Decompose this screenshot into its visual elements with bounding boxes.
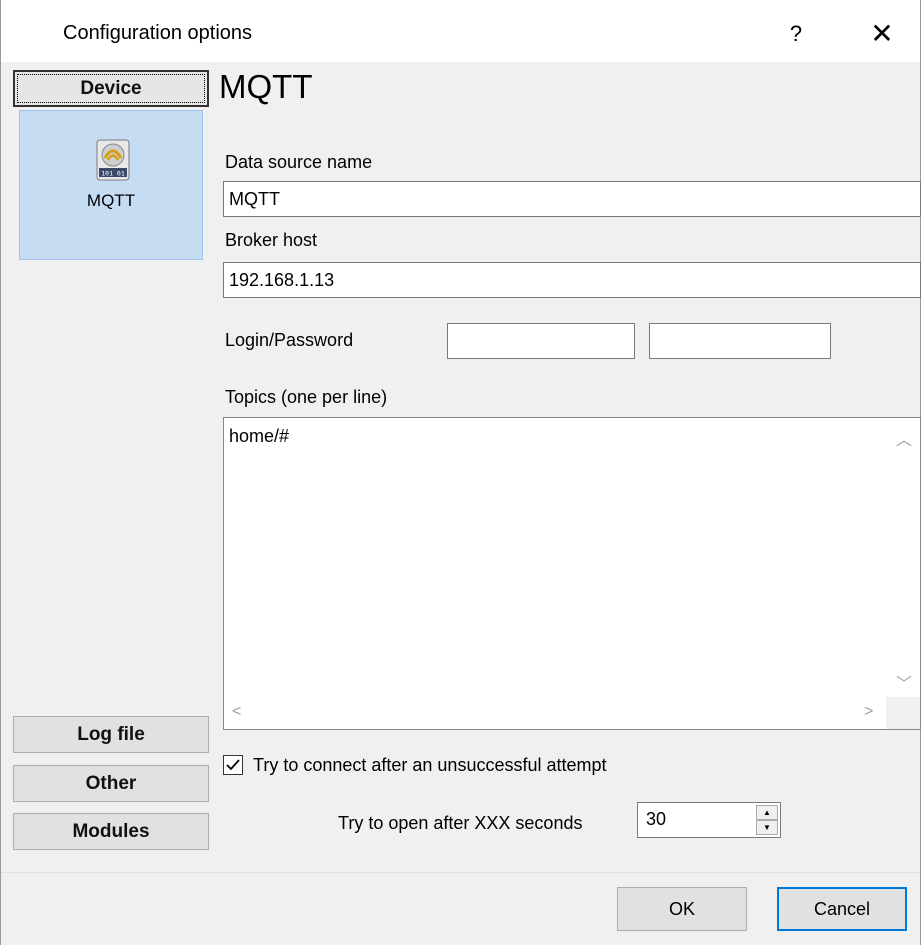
- data-source-value: MQTT: [229, 188, 280, 209]
- retry-label: Try to open after XXX seconds: [338, 813, 583, 833]
- cancel-button[interactable]: Cancel: [777, 887, 907, 931]
- topics-textarea[interactable]: home/# ︿ ﹀ < >: [223, 417, 921, 730]
- broker-host-value: 192.168.1.13: [229, 269, 335, 290]
- tab-other[interactable]: Other: [13, 765, 209, 802]
- window-title: Configuration options: [63, 22, 253, 44]
- device-label: MQTT: [86, 191, 136, 210]
- scroll-down-icon[interactable]: ﹀: [896, 670, 912, 694]
- retry-seconds-spinner[interactable]: 30 ▲ ▼: [637, 802, 781, 838]
- broker-host-label: Broker host: [225, 230, 318, 250]
- checkmark-icon: [226, 759, 240, 771]
- spin-up-icon[interactable]: ▲: [756, 805, 778, 820]
- broker-host-input[interactable]: 192.168.1.13: [223, 262, 921, 298]
- svg-text:101 01: 101 01: [101, 170, 125, 178]
- data-source-input[interactable]: MQTT: [223, 181, 921, 217]
- configuration-window: Configuration options ? ✕ Device 101 01 …: [0, 0, 921, 945]
- scroll-right-icon[interactable]: >: [864, 703, 873, 721]
- spinner-buttons: ▲ ▼: [756, 805, 778, 835]
- reconnect-label[interactable]: Try to connect after an unsuccessful att…: [253, 755, 607, 776]
- topics-value: home/#: [229, 426, 290, 446]
- spin-down-icon[interactable]: ▼: [756, 820, 778, 835]
- device-list: 101 01 MQTT: [19, 110, 203, 260]
- title-bar: Configuration options ? ✕: [1, 0, 920, 62]
- password-input[interactable]: [649, 323, 831, 359]
- scroll-corner: [886, 697, 920, 729]
- horizontal-scrollbar[interactable]: < >: [224, 697, 888, 729]
- login-input[interactable]: [447, 323, 635, 359]
- device-item-mqtt[interactable]: 101 01 MQTT: [20, 111, 202, 259]
- reconnect-checkbox[interactable]: [223, 755, 243, 775]
- panel-title: MQTT: [219, 68, 313, 105]
- retry-seconds-value[interactable]: 30: [646, 809, 666, 830]
- close-button[interactable]: ✕: [847, 12, 917, 56]
- mqtt-device-icon: 101 01: [96, 139, 130, 181]
- vertical-scrollbar[interactable]: ︿ ﹀: [886, 418, 920, 698]
- scroll-up-icon[interactable]: ︿: [896, 426, 912, 450]
- scroll-left-icon[interactable]: <: [232, 703, 241, 721]
- login-password-label: Login/Password: [225, 330, 354, 350]
- ok-button[interactable]: OK: [617, 887, 747, 931]
- dialog-footer: OK Cancel: [1, 872, 920, 945]
- tab-device[interactable]: Device: [13, 70, 209, 107]
- data-source-label: Data source name: [225, 152, 373, 172]
- topics-label: Topics (one per line): [225, 387, 388, 407]
- tab-modules[interactable]: Modules: [13, 813, 209, 850]
- help-button[interactable]: ?: [771, 12, 821, 56]
- tab-log-file[interactable]: Log file: [13, 716, 209, 753]
